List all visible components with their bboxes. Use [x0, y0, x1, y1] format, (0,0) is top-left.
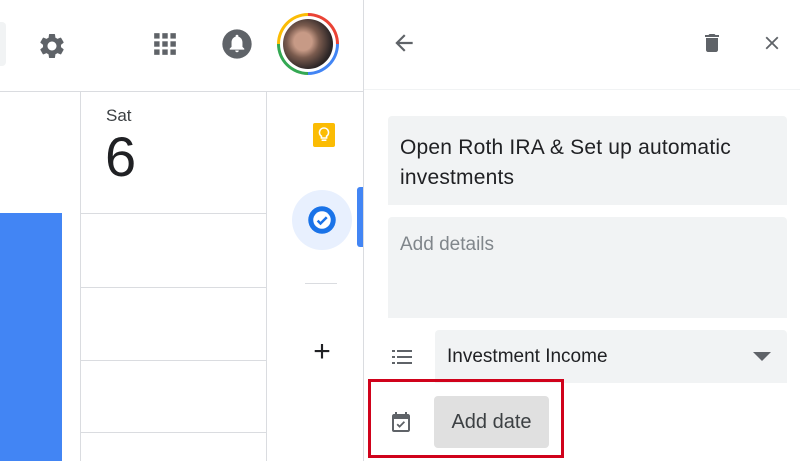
avatar-frame [280, 16, 336, 72]
details-placeholder: Add details [400, 234, 495, 255]
close-icon[interactable] [754, 25, 790, 61]
day-number[interactable]: 6 [105, 129, 136, 185]
task-title-field[interactable]: Open Roth IRA & Set up automatic investm… [388, 116, 787, 205]
search-bar-edge[interactable] [0, 22, 6, 66]
grid-row-line [81, 360, 266, 361]
gear-icon[interactable] [30, 24, 74, 68]
day-name: Sat [106, 106, 132, 125]
top-bar [0, 0, 363, 92]
chevron-down-icon [753, 352, 771, 361]
day-header[interactable]: Sat 6 [81, 92, 267, 213]
panel-header [364, 0, 800, 90]
avatar-photo [283, 19, 333, 69]
grid-row-line [81, 432, 266, 433]
grid-row-line [81, 213, 266, 214]
apps-grid-icon[interactable] [143, 22, 187, 66]
calendar-check-icon [389, 409, 413, 435]
notifications-bell-icon[interactable] [215, 22, 259, 66]
keep-icon[interactable] [307, 118, 341, 152]
task-details-field[interactable]: Add details [388, 217, 787, 318]
calendar-event-block[interactable] [0, 213, 62, 461]
selected-list: Investment Income [447, 345, 608, 367]
task-title: Open Roth IRA & Set up automatic investm… [400, 136, 731, 189]
grid-row-line [81, 287, 266, 288]
rail-divider [305, 283, 337, 284]
tasks-icon[interactable] [292, 190, 352, 250]
back-arrow-icon[interactable] [386, 25, 422, 61]
task-list-dropdown[interactable]: Investment Income [435, 330, 787, 383]
account-avatar[interactable] [277, 13, 339, 75]
list-icon [390, 345, 414, 369]
add-date-button[interactable]: Add date [434, 396, 549, 448]
add-icon[interactable]: + [305, 335, 339, 369]
delete-trash-icon[interactable] [694, 25, 730, 61]
